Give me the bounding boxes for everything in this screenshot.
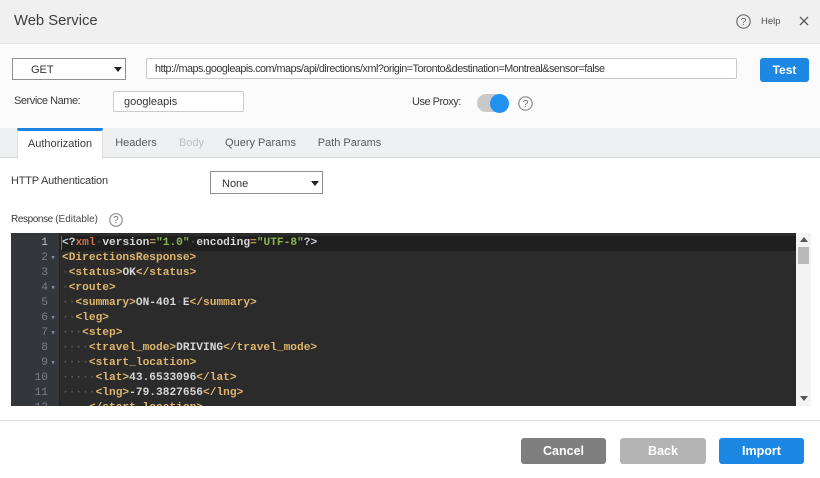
svg-text:?: ?: [741, 16, 747, 28]
svg-text:?: ?: [113, 215, 119, 226]
svg-text:?: ?: [523, 98, 529, 110]
